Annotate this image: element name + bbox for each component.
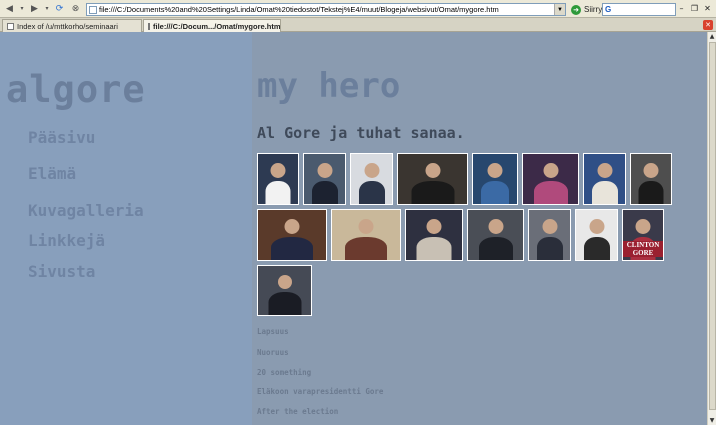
- close-tab-icon[interactable]: ✕: [703, 20, 713, 30]
- scroll-thumb[interactable]: [709, 42, 716, 410]
- search-engine-icon: G: [605, 5, 612, 14]
- photo-figure: [533, 181, 568, 204]
- go-button[interactable]: ➜ Siirry: [571, 3, 602, 16]
- go-label: Siirry: [584, 5, 603, 14]
- gallery-photo-10[interactable]: [331, 209, 401, 261]
- gallery-photo-15[interactable]: CLINTON GORE: [622, 209, 664, 261]
- tab-bar: Index of /u/mttkorho/seminaari file:///C…: [0, 18, 716, 32]
- gallery-photo-12[interactable]: [467, 209, 524, 261]
- link-after-election[interactable]: After the election: [257, 407, 338, 416]
- gallery-photo-14[interactable]: [575, 209, 618, 261]
- photo-face: [284, 219, 300, 234]
- stop-icon[interactable]: ⊗: [69, 2, 82, 15]
- gallery-photo-8[interactable]: [630, 153, 672, 205]
- photo-face: [597, 163, 612, 178]
- photo-figure: [271, 237, 313, 260]
- photo-caption: CLINTON GORE: [623, 241, 663, 257]
- window-controls: – ❐ ✕: [676, 3, 713, 14]
- link-lapsuus[interactable]: Lapsuus: [257, 327, 289, 336]
- photo-face: [277, 275, 292, 289]
- photo-figure: [591, 181, 618, 204]
- photo-face: [543, 163, 558, 178]
- photo-figure: [311, 181, 338, 204]
- address-text: file:///C:/Documents%20and%20Settings/Li…: [99, 5, 499, 14]
- photo-face: [358, 219, 374, 234]
- photo-figure: [265, 181, 291, 204]
- back-dropdown-icon[interactable]: ▾: [19, 2, 25, 15]
- gallery-photo-4[interactable]: [397, 153, 468, 205]
- gallery-photo-11[interactable]: [405, 209, 463, 261]
- tab-page-icon: [7, 22, 14, 30]
- tab-mygore[interactable]: file:///C:/Docum.../Omat/mygore.htm: [143, 19, 281, 32]
- scroll-up-icon[interactable]: ▲: [708, 32, 716, 41]
- link-varapresidentti[interactable]: Eläkoon varapresidentti Gore: [257, 387, 383, 396]
- photo-face: [488, 219, 503, 234]
- close-window-icon[interactable]: ✕: [702, 3, 713, 14]
- photo-figure: [416, 237, 452, 260]
- address-dropdown-icon[interactable]: ▼: [554, 4, 565, 15]
- search-input[interactable]: G: [602, 3, 676, 16]
- reload-icon[interactable]: ⟳: [53, 2, 66, 15]
- photo-figure: [638, 181, 664, 204]
- gallery-photo-6[interactable]: [522, 153, 579, 205]
- photo-face: [426, 219, 442, 234]
- forward-dropdown-icon[interactable]: ▾: [44, 2, 50, 15]
- gallery-photo-1[interactable]: [257, 153, 299, 205]
- photo-face: [542, 219, 557, 234]
- page-icon: [89, 6, 97, 14]
- photo-face: [589, 219, 604, 234]
- gallery-photo-9[interactable]: [257, 209, 327, 261]
- tab-label: file:///C:/Docum.../Omat/mygore.htm: [153, 21, 281, 31]
- gallery-photo-7[interactable]: [583, 153, 626, 205]
- address-bar[interactable]: file:///C:/Documents%20and%20Settings/Li…: [86, 3, 566, 16]
- web-page: algore Pääsivu Elämä Kuvagalleria Linkke…: [0, 32, 707, 425]
- gallery-photo-5[interactable]: [472, 153, 518, 205]
- back-arrow-icon[interactable]: ◀: [3, 2, 16, 15]
- gallery-photo-2[interactable]: [303, 153, 346, 205]
- site-title: algore: [6, 68, 146, 111]
- forward-arrow-icon[interactable]: ▶: [28, 2, 41, 15]
- nav-link-paasivu[interactable]: Pääsivu: [28, 128, 95, 147]
- nav-link-sivusta[interactable]: Sivusta: [28, 262, 95, 281]
- tab-label: Index of /u/mttkorho/seminaari: [17, 21, 118, 31]
- nav-link-elama[interactable]: Elämä: [28, 164, 76, 183]
- go-arrow-icon: ➜: [571, 4, 581, 15]
- nav-link-kuvagalleria[interactable]: Kuvagalleria: [28, 201, 144, 220]
- nav-link-linkkeja[interactable]: Linkkejä: [28, 231, 105, 250]
- photo-figure: [478, 237, 513, 260]
- photo-figure: [583, 237, 610, 260]
- photo-figure: [345, 237, 387, 260]
- photo-figure: [536, 237, 563, 260]
- photo-face: [643, 163, 659, 178]
- photo-figure: [481, 181, 509, 204]
- tab-page-icon: [148, 22, 150, 30]
- page-title: my hero: [257, 66, 401, 106]
- page-subtitle: Al Gore ja tuhat sanaa.: [257, 124, 465, 142]
- gallery-photo-16[interactable]: [257, 265, 312, 316]
- photo-face: [317, 163, 332, 178]
- photo-figure: [358, 181, 385, 204]
- photo-figure: [411, 181, 454, 204]
- photo-face: [487, 163, 503, 178]
- link-20-something[interactable]: 20 something: [257, 368, 311, 377]
- photo-face: [425, 163, 440, 178]
- gallery-photo-3[interactable]: [350, 153, 393, 205]
- tab-index[interactable]: Index of /u/mttkorho/seminaari: [2, 19, 142, 32]
- vertical-scrollbar[interactable]: ▲ ▼: [707, 32, 716, 425]
- photo-face: [635, 219, 651, 234]
- photo-figure: [268, 292, 301, 315]
- restore-icon[interactable]: ❐: [689, 3, 700, 14]
- browser-toolbar: ◀ ▾ ▶ ▾ ⟳ ⊗ ⌂ file:///C:/Documents%20and…: [0, 0, 716, 18]
- photo-face: [270, 163, 286, 178]
- minimize-icon[interactable]: –: [676, 3, 687, 14]
- photo-face: [364, 163, 379, 178]
- link-nuoruus[interactable]: Nuoruus: [257, 348, 289, 357]
- scroll-down-icon[interactable]: ▼: [708, 416, 716, 425]
- gallery-photo-13[interactable]: [528, 209, 571, 261]
